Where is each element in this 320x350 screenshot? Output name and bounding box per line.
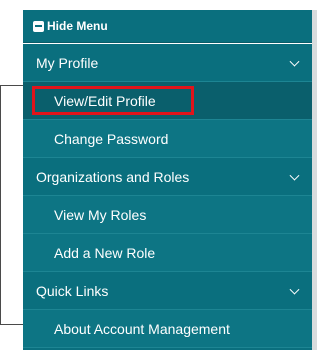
side-menu: My Profile View/Edit Profile Change Pass… — [23, 44, 312, 350]
menu-item-view-edit-profile[interactable]: View/Edit Profile — [23, 82, 312, 120]
section-organizations-and-roles[interactable]: Organizations and Roles — [23, 158, 312, 196]
menu-item-label: View My Roles — [54, 206, 147, 223]
section-my-profile[interactable]: My Profile — [23, 44, 312, 82]
menu-item-label: View/Edit Profile — [54, 92, 156, 109]
menu-item-change-password[interactable]: Change Password — [23, 120, 312, 158]
menu-item-label: About Account Management — [54, 320, 230, 337]
section-label: My Profile — [36, 54, 99, 71]
menu-item-view-my-roles[interactable]: View My Roles — [23, 196, 312, 234]
hide-menu-button[interactable]: Hide Menu — [23, 10, 312, 43]
chevron-down-icon — [289, 284, 300, 295]
right-edge-border — [312, 10, 317, 350]
minus-square-icon — [33, 20, 44, 32]
menu-item-about-account-management[interactable]: About Account Management — [23, 310, 312, 348]
chevron-down-icon — [289, 56, 300, 67]
chevron-down-icon — [289, 170, 300, 181]
section-label: Organizations and Roles — [36, 168, 190, 185]
menu-item-label: Add a New Role — [54, 244, 156, 261]
menu-item-add-new-role[interactable]: Add a New Role — [23, 234, 312, 272]
hide-menu-label: Hide Menu — [47, 19, 108, 33]
section-label: Quick Links — [36, 282, 109, 299]
page: Hide Menu My Profile View/Edit Profile C… — [0, 0, 317, 350]
menu-item-label: Change Password — [54, 130, 169, 147]
section-quick-links[interactable]: Quick Links — [23, 272, 312, 310]
